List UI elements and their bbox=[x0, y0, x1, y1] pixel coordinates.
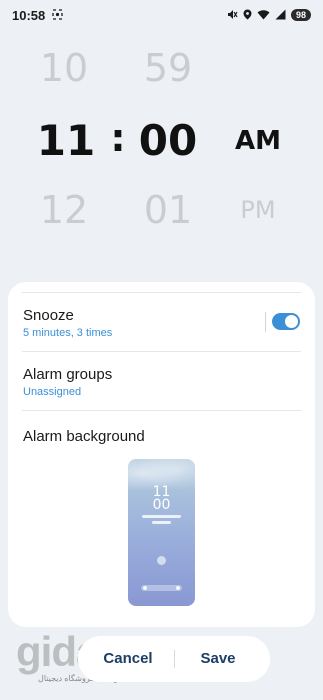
cancel-button[interactable]: Cancel bbox=[88, 636, 168, 682]
preview-label-line bbox=[152, 521, 171, 524]
snooze-row[interactable]: Snooze 5 minutes, 3 times bbox=[8, 293, 315, 351]
bottom-action-bar: Cancel Save bbox=[78, 636, 270, 682]
minute-current[interactable]: 00 bbox=[132, 116, 204, 165]
preview-dismiss-icon bbox=[157, 556, 166, 565]
status-bar: 10:58 98 bbox=[0, 0, 323, 30]
snooze-title: Snooze bbox=[23, 307, 74, 324]
toggle-separator bbox=[265, 312, 266, 332]
minute-next[interactable]: 01 bbox=[138, 188, 198, 232]
screenshot-icon bbox=[52, 8, 63, 23]
alarm-groups-row[interactable]: Alarm groups Unassigned bbox=[8, 352, 315, 410]
hour-next[interactable]: 12 bbox=[34, 188, 94, 232]
mute-icon bbox=[227, 8, 238, 23]
hour-prev[interactable]: 10 bbox=[34, 46, 94, 90]
time-picker[interactable]: 10 59 11 : 00 AM 12 01 PM bbox=[0, 38, 323, 248]
preview-dot bbox=[176, 586, 180, 590]
ampm-current[interactable]: AM bbox=[228, 126, 288, 156]
preview-minute: 00 bbox=[152, 497, 171, 513]
signal-icon bbox=[275, 8, 286, 23]
preview-dot bbox=[143, 586, 147, 590]
status-left: 10:58 bbox=[12, 8, 63, 23]
battery-indicator: 98 bbox=[290, 9, 311, 21]
alarm-groups-subtitle: Unassigned bbox=[23, 386, 82, 398]
alarm-groups-title: Alarm groups bbox=[23, 366, 113, 383]
alarm-background-preview[interactable]: 11 00 bbox=[128, 459, 195, 606]
time-separator: : bbox=[110, 116, 126, 160]
wifi-icon bbox=[257, 8, 270, 23]
alarm-edit-screen: 10:58 98 10 59 11 : 00 AM 12 01 PM Snooz… bbox=[0, 0, 323, 700]
snooze-subtitle: 5 minutes, 3 times bbox=[23, 327, 113, 339]
button-divider bbox=[174, 650, 175, 668]
divider bbox=[22, 410, 301, 411]
settings-card: Snooze 5 minutes, 3 times Alarm groups U… bbox=[8, 282, 315, 627]
toggle-knob bbox=[285, 315, 298, 328]
status-right: 98 bbox=[227, 8, 311, 23]
save-button[interactable]: Save bbox=[178, 636, 258, 682]
preview-date-line bbox=[142, 515, 181, 518]
snooze-toggle[interactable] bbox=[272, 313, 300, 330]
minute-prev[interactable]: 59 bbox=[138, 46, 198, 90]
alarm-background-title: Alarm background bbox=[23, 428, 145, 445]
location-icon bbox=[243, 8, 252, 23]
ampm-next[interactable]: PM bbox=[228, 196, 288, 224]
hour-current[interactable]: 11 bbox=[30, 116, 102, 165]
status-time: 10:58 bbox=[12, 7, 46, 23]
